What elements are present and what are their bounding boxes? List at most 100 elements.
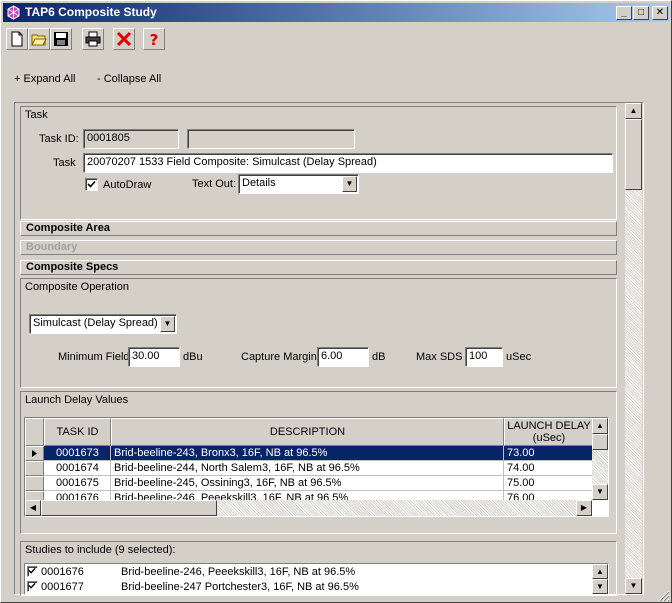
collapse-all-link[interactable]: - Collapse All [97,73,161,85]
scroll-left-icon[interactable]: ◀ [25,500,41,516]
grid-vscroll-thumb[interactable] [592,434,608,450]
row-task-id: 0001673 [44,446,111,461]
study-id: 0001676 [41,566,84,578]
launch-delay-grid[interactable]: TASK ID DESCRIPTION LAUNCH DELAY (uSec) … [24,417,609,517]
composite-specs-section[interactable]: Composite Specs [20,260,617,275]
row-selector[interactable] [25,491,44,500]
col-launch-delay-label: LAUNCH DELAY [507,420,591,432]
row-selector[interactable] [25,476,44,491]
scroll-down-icon[interactable]: ▼ [592,484,608,500]
print-button[interactable] [82,28,104,50]
minimize-button[interactable]: _ [616,6,632,20]
row-task-id: 0001674 [44,461,111,476]
table-row[interactable]: 0001676 Brid-beeline-246, Peeekskill3, 1… [25,491,608,500]
capture-margin-input[interactable]: 6.00 [317,347,369,367]
col-task-id[interactable]: TASK ID [44,418,111,446]
row-task-id: 0001676 [44,491,111,500]
open-folder-icon [31,34,47,46]
new-file-icon [11,31,23,47]
boundary-section: Boundary [20,240,617,255]
scroll-right-icon[interactable]: ▶ [576,500,592,516]
row-description: Brid-beeline-243, Bronx3, 16F, NB at 96.… [111,446,504,461]
row-launch-delay[interactable]: 74.00 [504,461,594,476]
col-description[interactable]: DESCRIPTION [111,418,504,446]
col-launch-delay-unit: (uSec) [532,432,566,444]
col-launch-delay[interactable]: LAUNCH DELAY (uSec) [504,418,594,446]
window-title: TAP6 Composite Study [25,5,157,19]
check-icon [87,180,96,188]
text-out-select[interactable]: Details ▼ [238,174,359,194]
open-folder-button[interactable] [28,28,50,50]
scroll-up-icon[interactable]: ▲ [592,564,608,579]
text-out-value: Details [242,177,276,189]
task-description-field[interactable]: 20070207 1533 Field Composite: Simulcast… [83,153,613,173]
task-id-field[interactable]: 0001805 [83,129,179,149]
min-field-unit: dBu [183,351,203,363]
scroll-up-icon[interactable]: ▲ [592,418,608,434]
task-group-title: Task [25,109,48,121]
close-button[interactable]: ✕ [652,6,668,20]
composite-operation-select[interactable]: Simulcast (Delay Spread) ▼ [29,314,177,334]
grid-horizontal-scrollbar[interactable]: ◀ ▶ [25,500,592,516]
check-icon [28,582,36,589]
row-selector[interactable] [25,446,44,461]
help-icon: ? [150,31,159,47]
app-window: TAP6 Composite Study _ □ ✕ ? + Expand Al… [0,0,672,603]
max-sds-label: Max SDS [416,351,463,363]
min-field-input[interactable]: 30.00 [128,347,180,367]
row-launch-delay[interactable]: 76.00 [504,491,594,500]
study-checkbox[interactable] [27,581,38,592]
check-icon [28,567,36,574]
task-id-extra-field[interactable] [187,129,355,149]
grid-corner [25,418,44,446]
scroll-down-icon[interactable]: ▼ [625,578,642,594]
row-selector[interactable] [25,461,44,476]
row-launch-delay[interactable]: 75.00 [504,476,594,491]
table-row[interactable]: 0001674 Brid-beeline-244, North Salem3, … [25,461,608,476]
print-icon [85,31,101,47]
text-out-label: Text Out: [192,178,237,190]
capture-margin-unit: dB [372,351,386,363]
help-button[interactable]: ? [143,28,165,50]
svg-text:?: ? [150,31,159,47]
chevron-down-icon[interactable]: ▼ [160,316,175,332]
title-bar[interactable]: TAP6 Composite Study _ □ ✕ [3,3,669,22]
delete-button[interactable] [113,28,135,50]
studies-list[interactable]: 0001676 Brid-beeline-246, Peeekskill3, 1… [24,563,609,595]
size-grip-icon[interactable] [657,589,670,602]
delete-icon [116,31,132,47]
current-row-arrow-icon [32,450,37,457]
table-row[interactable]: 0001675 Brid-beeline-245, Ossining3, 16F… [25,476,608,491]
chevron-down-icon[interactable]: ▼ [342,176,357,192]
save-icon [54,32,68,46]
main-vertical-scrollbar[interactable]: ▲ ▼ [625,103,642,594]
min-field-label: Minimum Field [58,351,130,363]
composite-panel: Task Task ID: 0001805 Task 20070207 1533… [14,102,644,596]
scroll-up-icon[interactable]: ▲ [625,103,642,119]
max-sds-unit: uSec [506,351,532,363]
task-id-label: Task ID: [39,133,79,145]
autodraw-checkbox[interactable] [85,178,98,191]
grid-vertical-scrollbar[interactable]: ▲ ▼ [592,418,608,500]
expand-all-link[interactable]: + Expand All [14,73,75,85]
study-id: 0001677 [41,581,84,593]
scroll-down-icon[interactable]: ▼ [592,579,608,594]
composite-operation-group: Composite Operation Simulcast (Delay Spr… [20,278,617,388]
study-description: Brid-beeline-246, Peeekskill3, 16F, NB a… [121,566,356,578]
table-row[interactable]: 0001673 Brid-beeline-243, Bronx3, 16F, N… [25,446,608,461]
composite-area-section[interactable]: Composite Area [20,221,617,236]
maximize-button[interactable]: □ [633,6,649,20]
study-checkbox[interactable] [27,566,38,577]
studies-vertical-scrollbar[interactable]: ▲ ▼ [592,564,608,594]
max-sds-input[interactable]: 100 [465,347,503,367]
row-description: Brid-beeline-244, North Salem3, 16F, NB … [111,461,504,476]
row-task-id: 0001675 [44,476,111,491]
grid-hscroll-thumb[interactable] [41,500,217,516]
composite-operation-title: Composite Operation [25,281,129,293]
row-launch-delay[interactable]: 73.00 [504,446,594,461]
new-file-button[interactable] [6,28,28,50]
save-button[interactable] [50,28,72,50]
main-vscroll-thumb[interactable] [625,119,642,190]
autodraw-label: AutoDraw [103,179,152,191]
task-group: Task Task ID: 0001805 Task 20070207 1533… [20,106,617,220]
